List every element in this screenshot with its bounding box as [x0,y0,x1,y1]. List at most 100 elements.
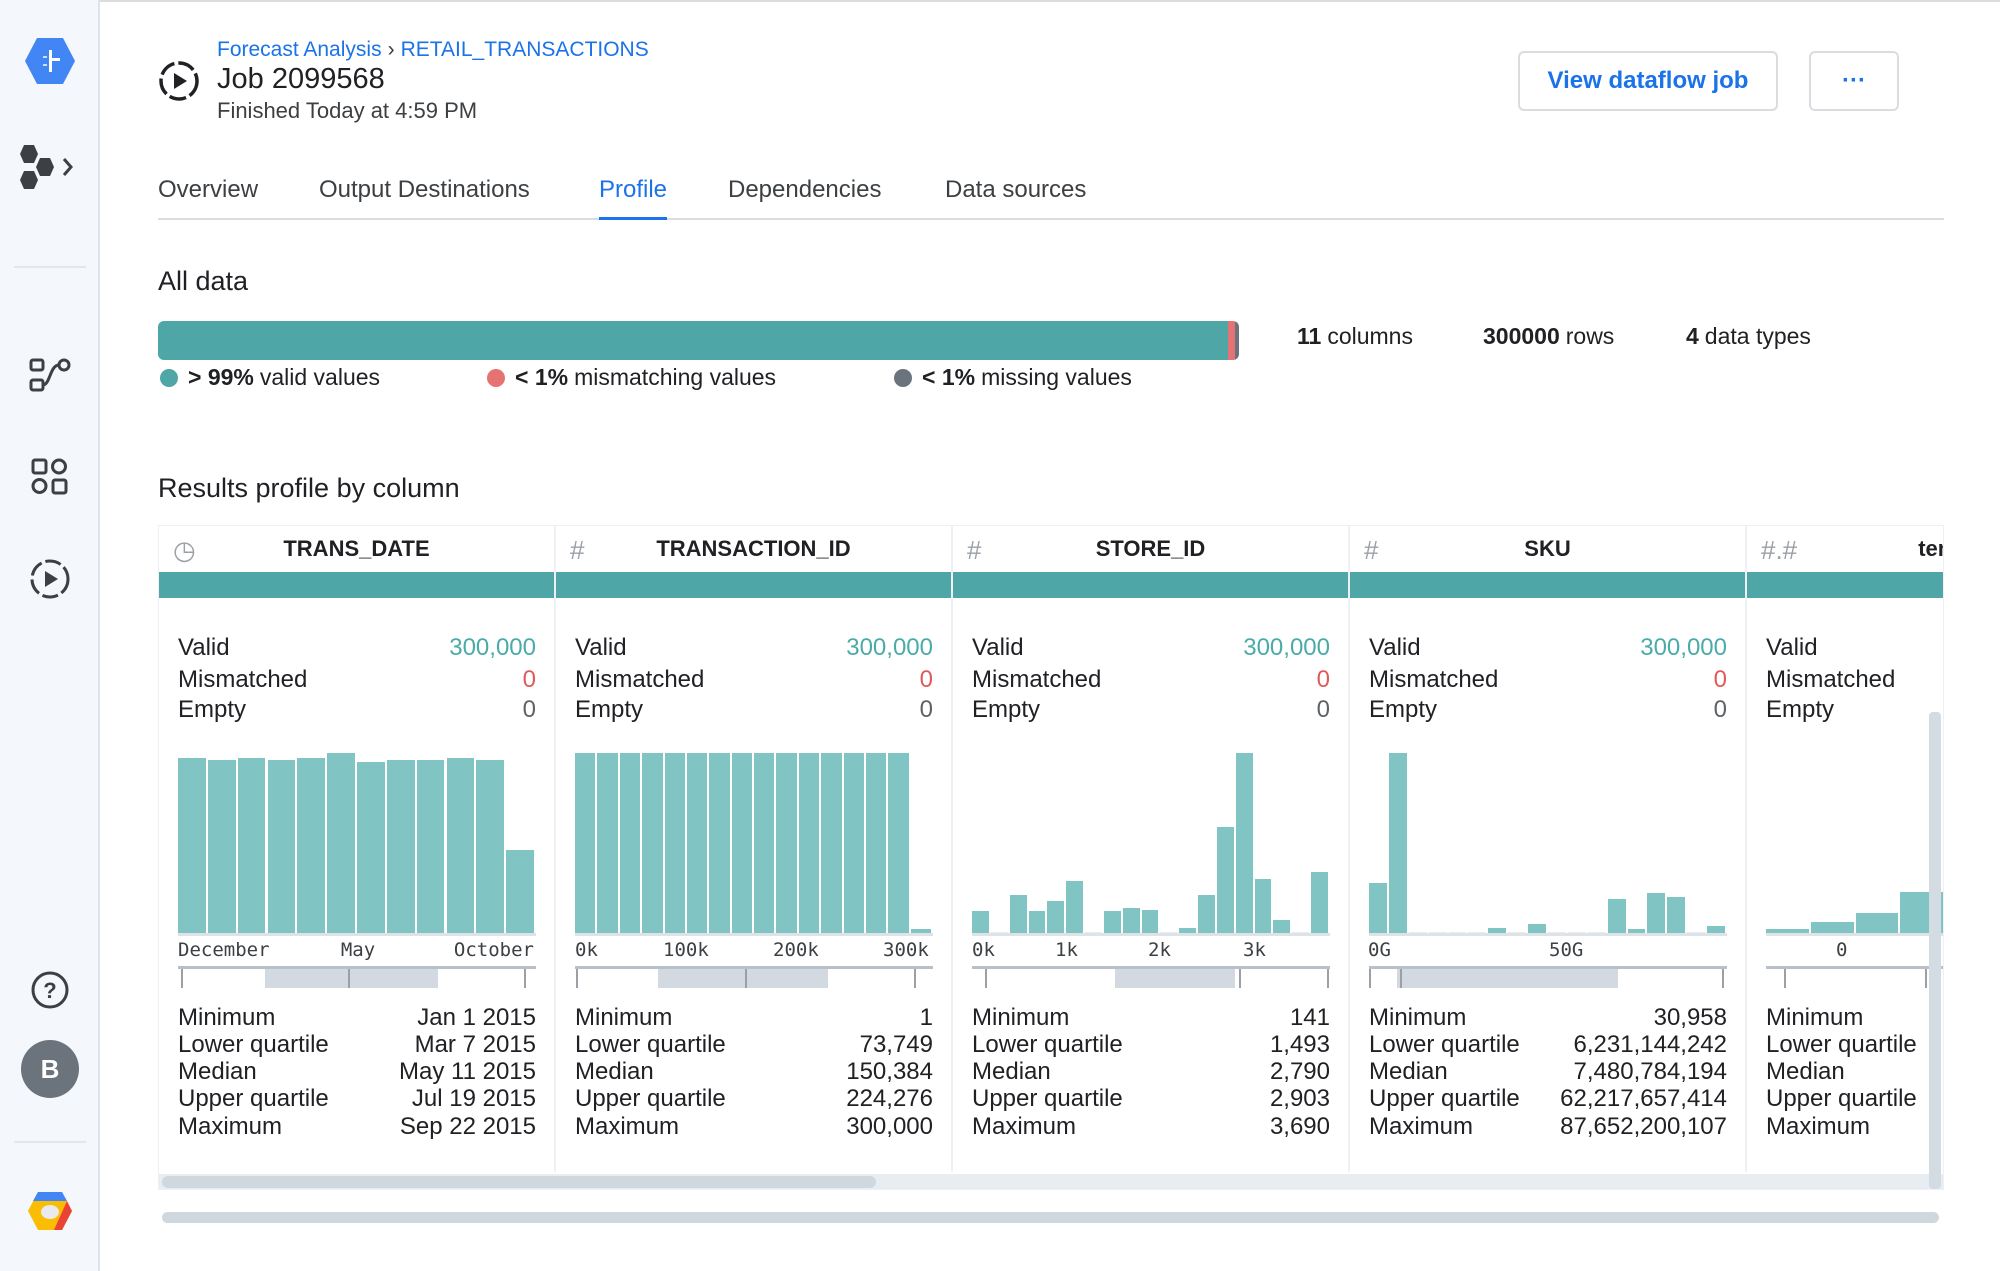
histogram-bar[interactable] [1292,932,1310,933]
table-horizontal-scrollbar[interactable] [159,1174,1943,1189]
histogram-bar[interactable] [386,760,415,933]
dataprep-logo-icon[interactable] [24,36,76,86]
histogram-bar[interactable] [865,753,887,933]
histogram-bar[interactable] [327,753,355,933]
histogram-bar[interactable] [207,760,236,933]
histogram-bar[interactable] [1254,879,1272,933]
histogram-bar[interactable] [416,760,445,933]
tab-output-destinations[interactable]: Output Destinations [319,176,530,220]
histogram-bar[interactable] [1647,893,1666,933]
histogram-bar[interactable] [888,753,909,933]
histogram-bar[interactable] [1198,895,1215,933]
vertical-scrollbar[interactable] [1929,712,1941,1189]
histogram-bar[interactable] [1216,826,1234,933]
histogram-bar[interactable] [1766,929,1809,933]
view-dataflow-job-button[interactable]: View dataflow job [1518,51,1778,111]
histogram-bar[interactable] [664,753,685,933]
column-card[interactable]: # STORE_ID Valid 300,000 Mismatched 0 Empty 0 0… [953,526,1350,1172]
histogram-bar[interactable] [1855,913,1899,933]
histogram-bar[interactable] [1810,922,1854,933]
histogram-bar[interactable] [1607,898,1626,933]
column-card[interactable]: # SKU Valid 300,000 Mismatched 0 Empty 0 0G 50G M… [1350,526,1747,1172]
histogram-bar[interactable] [1567,932,1586,933]
histogram-bar[interactable] [1179,927,1197,933]
histogram-bar[interactable] [990,932,1008,933]
help-icon[interactable]: ? [30,970,70,1010]
histogram-bar[interactable] [709,753,730,933]
histogram-bar[interactable] [1488,927,1507,933]
histogram-bar[interactable] [619,753,641,933]
histogram-bar[interactable] [1047,900,1065,933]
column-card[interactable]: ◷ TRANS_DATE Valid 300,000 Mismatched 0 Empty… [159,526,556,1172]
histogram-bar[interactable] [1235,753,1253,933]
histogram-bar[interactable] [446,758,475,933]
page-horizontal-scrollbar[interactable] [162,1212,1939,1223]
histogram-bar[interactable] [972,911,989,933]
column-header[interactable]: # SKU [1350,526,1745,572]
histogram-bar[interactable] [1508,932,1527,933]
stat-value: 224,276 [846,1085,933,1112]
histogram-bar[interactable] [1627,929,1646,933]
histogram-bar[interactable] [1408,932,1427,933]
histogram-bar[interactable] [1085,932,1102,933]
histogram-bar[interactable] [843,753,864,933]
column-card[interactable]: # TRANSACTION_ID Valid 300,000 Mismatched 0 E… [556,526,953,1172]
avatar[interactable]: B [21,1040,79,1098]
histogram-bar[interactable] [1448,932,1467,933]
histogram-bar[interactable] [1687,932,1706,933]
histogram-bar[interactable] [1273,920,1291,933]
library-icon[interactable] [30,457,70,497]
histogram-bar[interactable] [506,850,534,933]
google-cloud-icon[interactable] [26,1190,74,1232]
histogram-bar[interactable] [178,758,206,933]
histogram-bar[interactable] [267,760,296,933]
flows-expand-icon[interactable] [16,143,84,193]
histogram-bar[interactable] [821,753,842,933]
table-scroll-thumb[interactable] [162,1176,876,1188]
histogram-bar[interactable] [237,758,266,933]
column-header[interactable]: ◷ TRANS_DATE [159,526,554,572]
histogram-bar[interactable] [754,753,775,933]
histogram-bar[interactable] [642,753,663,933]
histogram-bar[interactable] [476,760,505,933]
more-options-button[interactable]: ··· [1809,51,1899,111]
histogram-bar[interactable] [1160,932,1178,933]
histogram-bar[interactable] [1103,911,1121,933]
column-card[interactable]: #.# temp Valid Mismatched Empty 0 MinimumLowe… [1747,526,1943,1172]
histogram-bar[interactable] [1667,897,1686,933]
histogram-bar[interactable] [1707,925,1725,933]
histogram-bar[interactable] [297,758,326,933]
histogram-bar[interactable] [1428,932,1447,933]
tab-dependencies[interactable]: Dependencies [728,176,881,220]
histogram-bar[interactable] [1122,907,1140,933]
flow-icon[interactable] [28,356,72,396]
histogram-bar[interactable] [1311,871,1328,933]
histogram-bar[interactable] [357,762,385,933]
histogram-bar[interactable] [1028,911,1046,933]
histogram-bar[interactable] [1587,932,1606,933]
histogram-bar[interactable] [910,929,931,933]
column-header[interactable]: #.# temp [1747,526,1943,572]
histogram-bar[interactable] [1528,924,1546,933]
histogram-bar[interactable] [798,753,820,933]
tab-profile[interactable]: Profile [599,176,668,220]
histogram-bar[interactable] [1141,909,1159,933]
tab-overview[interactable]: Overview [158,176,258,220]
histogram-bar[interactable] [597,753,618,933]
histogram-bar[interactable] [1066,880,1084,933]
histogram-bar[interactable] [1388,753,1407,933]
histogram-bar[interactable] [1468,932,1487,933]
histogram-bar[interactable] [1548,932,1566,933]
histogram-bar[interactable] [731,753,752,933]
histogram-bar[interactable] [1369,882,1387,933]
tab-data-sources[interactable]: Data sources [945,176,1086,220]
histogram-bar[interactable] [686,753,708,933]
jobs-icon[interactable] [29,558,71,600]
histogram-bar[interactable] [1009,895,1027,933]
column-header[interactable]: # TRANSACTION_ID [556,526,951,572]
histogram-bar[interactable] [776,753,797,933]
breadcrumb-dataset-link[interactable]: RETAIL_TRANSACTIONS [401,38,649,61]
histogram-bar[interactable] [575,753,596,933]
column-header[interactable]: # STORE_ID [953,526,1348,572]
breadcrumb-project-link[interactable]: Forecast Analysis [217,38,382,61]
